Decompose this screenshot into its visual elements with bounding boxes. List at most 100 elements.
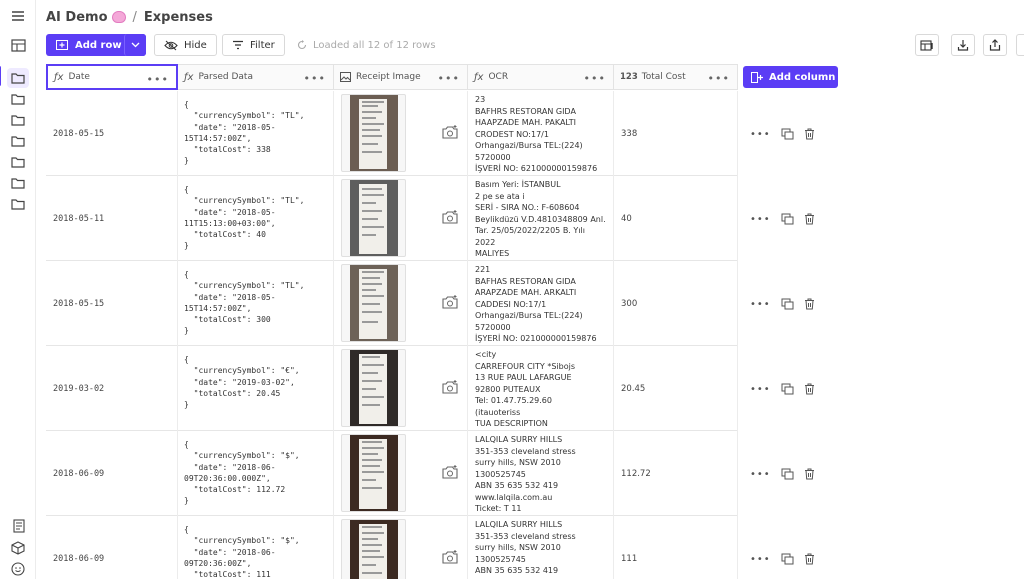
cell-receipt-image[interactable] — [334, 176, 468, 261]
table-view-button[interactable] — [915, 34, 939, 56]
cell-parsed-data[interactable]: { "currencySymbol": "$", "date": "2018-0… — [178, 431, 334, 516]
cell-receipt-image[interactable] — [334, 261, 468, 346]
more-icon[interactable]: ••• — [147, 73, 169, 86]
duplicate-icon[interactable] — [781, 298, 794, 310]
cell-date[interactable]: 2019-03-02 — [46, 346, 178, 431]
cell-total-cost[interactable]: 300 — [614, 261, 738, 346]
camera-add-icon[interactable] — [442, 380, 458, 394]
trash-icon[interactable] — [804, 213, 815, 225]
folder-icon[interactable] — [9, 112, 27, 128]
duplicate-icon[interactable] — [781, 468, 794, 480]
cell-parsed-data[interactable]: { "currencySymbol": "TL", "date": "2018-… — [178, 176, 334, 261]
receipt-thumbnail[interactable] — [341, 179, 406, 257]
camera-add-icon[interactable] — [442, 125, 458, 139]
more-icon[interactable]: ••• — [750, 214, 771, 225]
table-row[interactable]: 2018-05-11 { "currencySymbol": "TL", "da… — [46, 176, 738, 261]
receipt-thumbnail[interactable] — [341, 94, 406, 172]
cell-ocr[interactable]: LALQILA SURRY HILLS 351-353 cleveland st… — [468, 516, 614, 579]
receipt-thumbnail[interactable] — [341, 349, 406, 427]
cell-date[interactable]: 2018-05-15 — [46, 91, 178, 176]
cell-total-cost[interactable]: 20.45 — [614, 346, 738, 431]
camera-add-icon[interactable] — [442, 210, 458, 224]
folder-icon[interactable] — [0, 66, 29, 88]
filter-button[interactable]: Filter — [222, 34, 285, 56]
hide-button[interactable]: Hide — [154, 34, 217, 56]
camera-add-icon[interactable] — [442, 295, 458, 309]
cell-receipt-image[interactable] — [334, 91, 468, 176]
cell-total-cost[interactable]: 112.72 — [614, 431, 738, 516]
trash-icon[interactable] — [804, 128, 815, 140]
table-row[interactable]: 2018-06-09 { "currencySymbol": "$", "dat… — [46, 431, 738, 516]
duplicate-icon[interactable] — [781, 213, 794, 225]
export-button[interactable] — [951, 34, 975, 56]
table-row[interactable]: 2018-05-15 { "currencySymbol": "TL", "da… — [46, 91, 738, 176]
column-header-date[interactable]: ƒx Date ••• — [46, 64, 178, 90]
duplicate-icon[interactable] — [781, 553, 794, 565]
cell-ocr[interactable]: 221 BAFHAS RESTORAN GIDA ARAPZADE MAH. A… — [468, 261, 614, 346]
table-row[interactable]: 2018-05-15 { "currencySymbol": "TL", "da… — [46, 261, 738, 346]
box-icon[interactable] — [9, 540, 27, 556]
add-column-button[interactable]: Add column — [743, 66, 838, 88]
folder-icon[interactable] — [9, 133, 27, 149]
cell-receipt-image[interactable] — [334, 516, 468, 579]
more-icon[interactable]: ••• — [750, 129, 771, 140]
folder-icon[interactable] — [9, 175, 27, 191]
cell-parsed-data[interactable]: { "currencySymbol": "€", "date": "2019-0… — [178, 346, 334, 431]
folder-icon[interactable] — [9, 154, 27, 170]
column-header-receipt[interactable]: Receipt Image ••• — [334, 64, 468, 90]
more-icon[interactable]: ••• — [750, 469, 771, 480]
cell-parsed-data[interactable]: { "currencySymbol": "$", "date": "2018-0… — [178, 516, 334, 579]
trash-icon[interactable] — [804, 553, 815, 565]
cell-date[interactable]: 2018-06-09 — [46, 516, 178, 579]
share-button[interactable] — [983, 34, 1007, 56]
left-rail — [0, 0, 36, 579]
more-icon[interactable]: ••• — [750, 384, 771, 395]
cell-total-cost[interactable]: 338 — [614, 91, 738, 176]
trash-icon[interactable] — [804, 383, 815, 395]
more-icon[interactable]: ••• — [750, 554, 771, 565]
cell-total-cost[interactable]: 111 — [614, 516, 738, 579]
cell-receipt-image[interactable] — [334, 346, 468, 431]
menu-icon[interactable] — [9, 8, 27, 24]
trash-icon[interactable] — [804, 298, 815, 310]
receipt-thumbnail[interactable] — [341, 434, 406, 512]
folder-icon[interactable] — [9, 196, 27, 212]
receipt-thumbnail[interactable] — [341, 519, 406, 579]
cell-ocr[interactable]: <city CARREFOUR CITY *Sibojs 13 RUE PAUL… — [468, 346, 614, 431]
column-header-parsed[interactable]: ƒx Parsed Data ••• — [178, 64, 334, 90]
overflow-button[interactable] — [1016, 34, 1024, 56]
folder-icon[interactable] — [9, 91, 27, 107]
camera-add-icon[interactable] — [442, 465, 458, 479]
add-row-dropdown[interactable] — [124, 34, 146, 56]
column-header-cost[interactable]: 123 Total Cost ••• — [614, 64, 738, 90]
cell-total-cost[interactable]: 40 — [614, 176, 738, 261]
cell-receipt-image[interactable] — [334, 431, 468, 516]
more-icon[interactable]: ••• — [750, 299, 771, 310]
camera-add-icon[interactable] — [442, 550, 458, 564]
more-icon[interactable]: ••• — [584, 72, 606, 85]
receipt-thumbnail[interactable] — [341, 264, 406, 342]
smile-icon[interactable] — [9, 561, 27, 577]
docs-icon[interactable] — [9, 518, 27, 534]
receipt-line — [362, 532, 384, 534]
receipt-line — [362, 111, 382, 113]
more-icon[interactable]: ••• — [438, 72, 460, 85]
column-header-ocr[interactable]: ƒx OCR ••• — [468, 64, 614, 90]
trash-icon[interactable] — [804, 468, 815, 480]
cell-date[interactable]: 2018-06-09 — [46, 431, 178, 516]
table-row[interactable]: 2019-03-02 { "currencySymbol": "€", "dat… — [46, 346, 738, 431]
cell-parsed-data[interactable]: { "currencySymbol": "TL", "date": "2018-… — [178, 261, 334, 346]
more-icon[interactable]: ••• — [708, 72, 730, 85]
table-icon[interactable] — [9, 37, 27, 53]
table-row[interactable]: 2018-06-09 { "currencySymbol": "$", "dat… — [46, 516, 738, 579]
cell-ocr[interactable]: Basım Yeri: İSTANBUL 2 pe se ata i SERİ … — [468, 176, 614, 261]
cell-parsed-data[interactable]: { "currencySymbol": "TL", "date": "2018-… — [178, 91, 334, 176]
cell-ocr[interactable]: LALQILA SURRY HILLS 351-353 cleveland st… — [468, 431, 614, 516]
duplicate-icon[interactable] — [781, 383, 794, 395]
duplicate-icon[interactable] — [781, 128, 794, 140]
cell-ocr[interactable]: 23 BAFHRS RESTORAN GIDA HAAPZADE MAH. PA… — [468, 91, 614, 176]
cell-date[interactable]: 2018-05-11 — [46, 176, 178, 261]
workspace-name[interactable]: AI Demo — [46, 10, 108, 25]
more-icon[interactable]: ••• — [304, 72, 326, 85]
cell-date[interactable]: 2018-05-15 — [46, 261, 178, 346]
